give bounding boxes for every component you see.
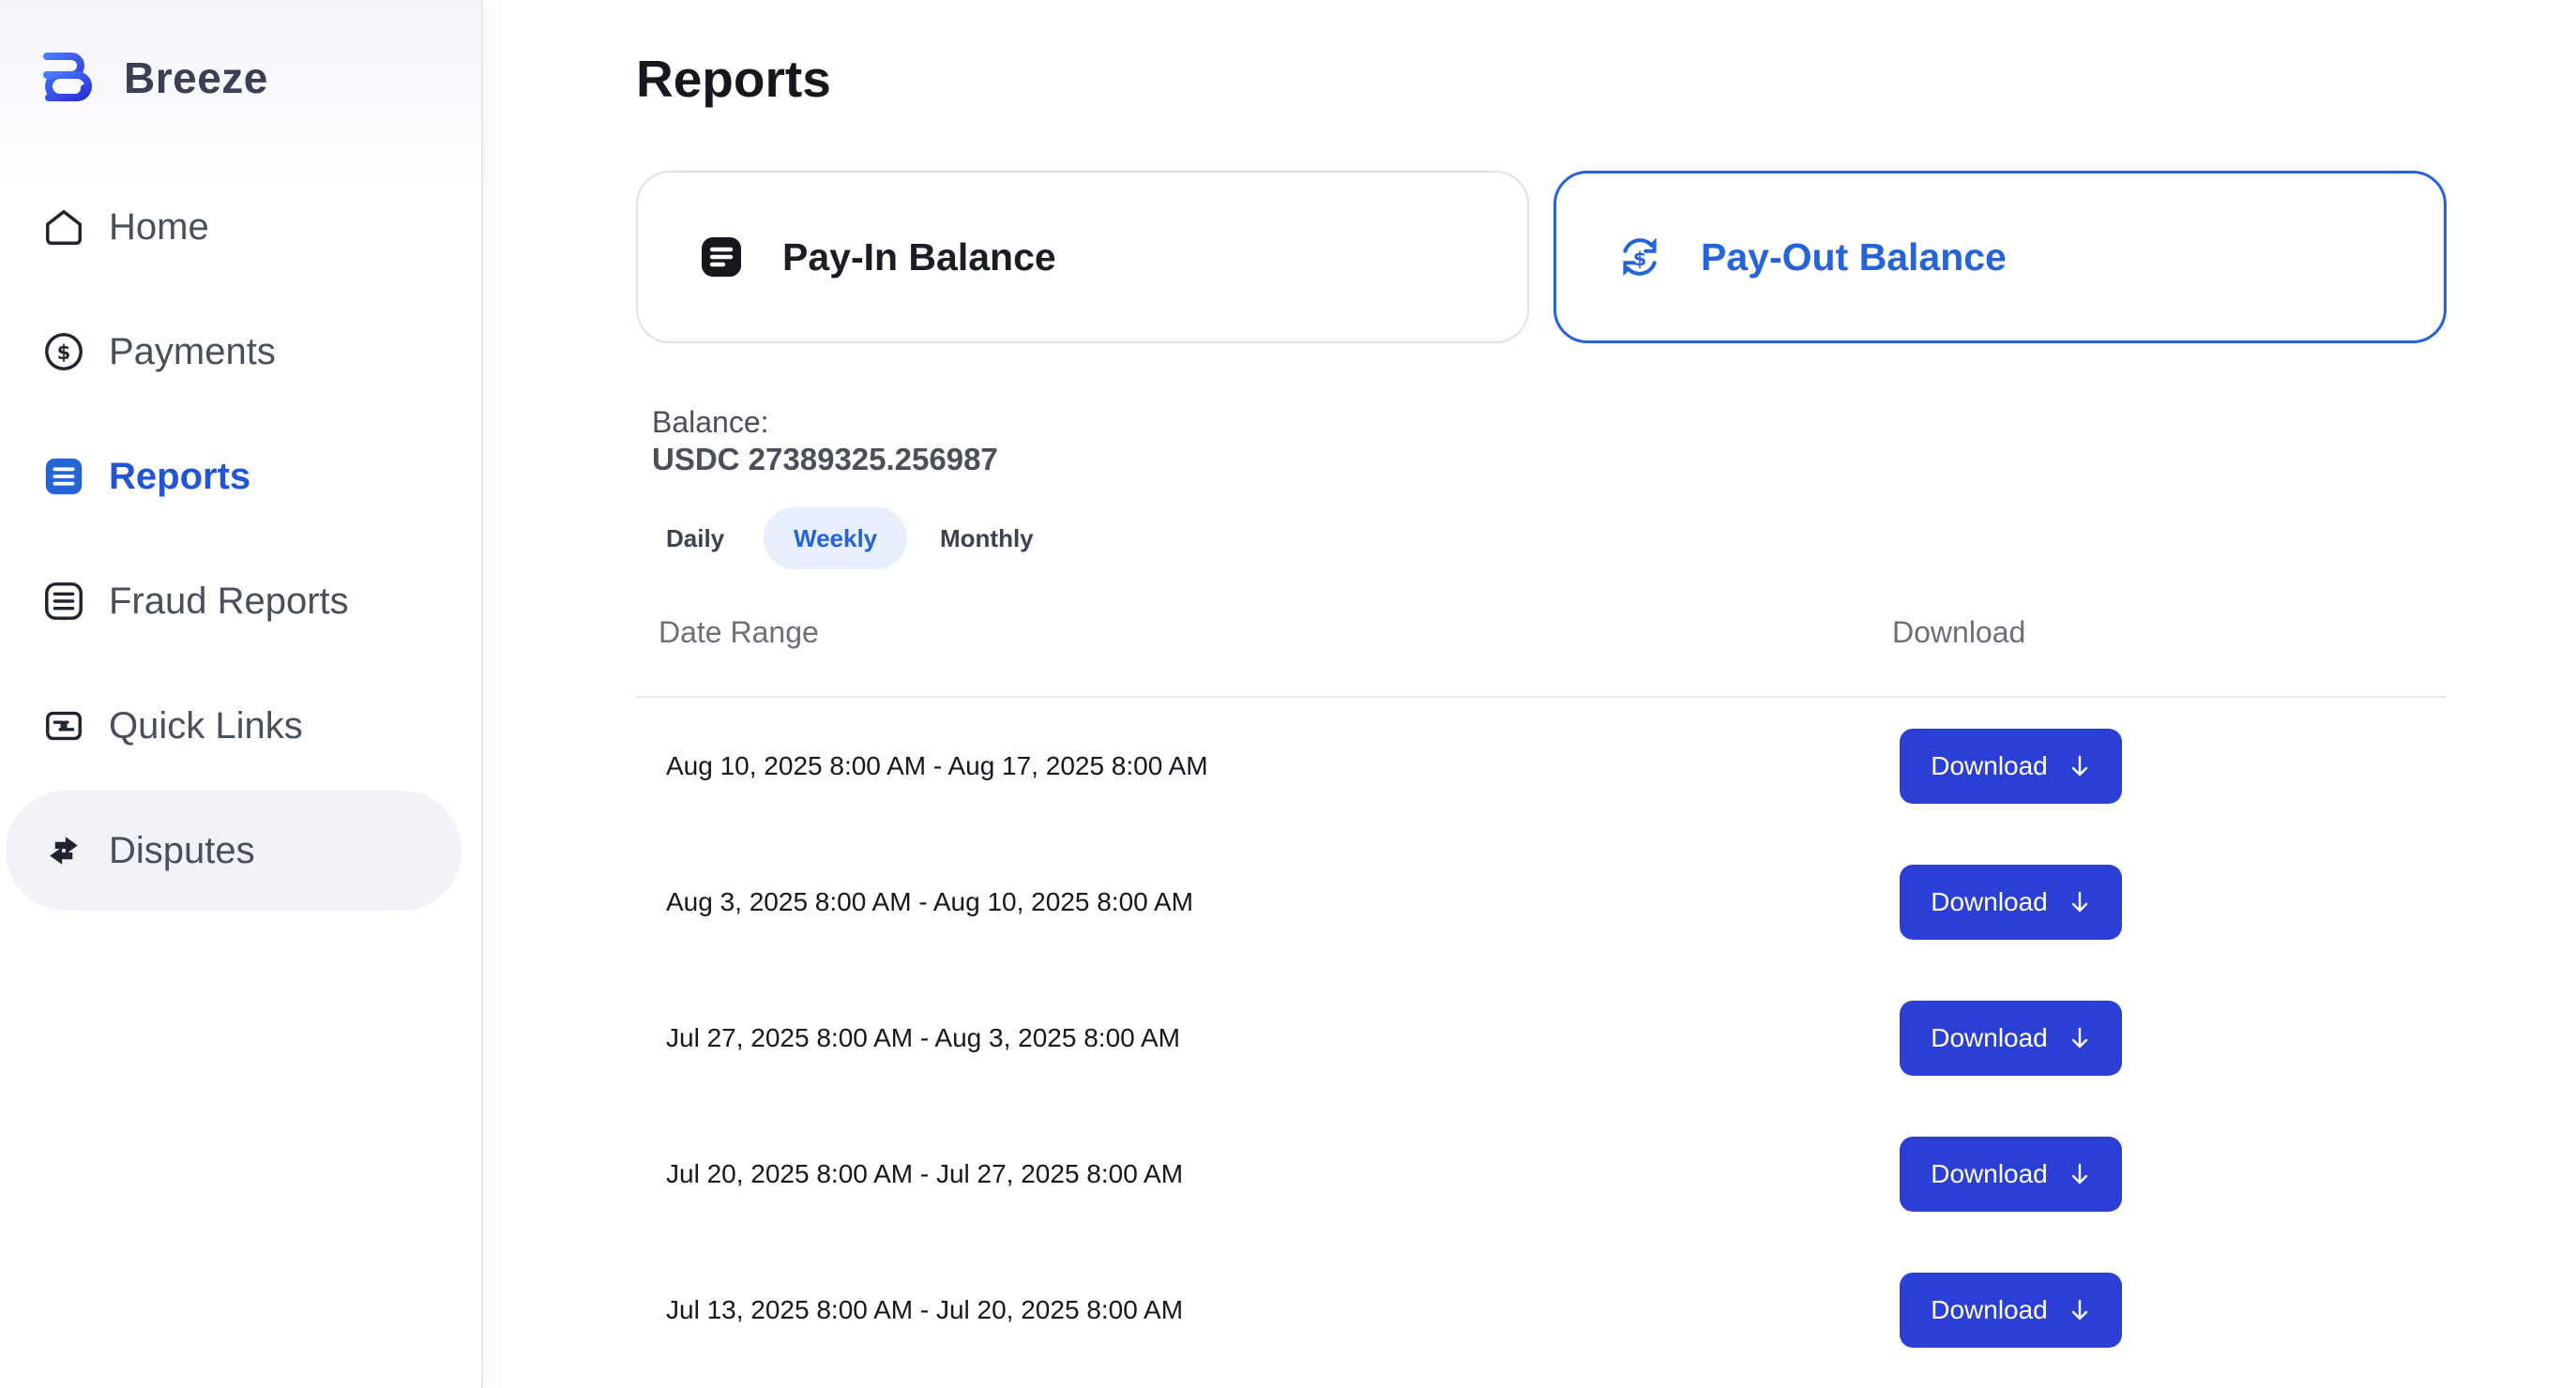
dollar-circle-icon: $ [41, 329, 86, 374]
date-range-cell: Jul 27, 2025 8:00 AM - Aug 3, 2025 8:00 … [666, 1022, 1180, 1052]
download-button-label: Download [1931, 1294, 2048, 1324]
list-icon [41, 454, 86, 499]
tab-daily[interactable]: Daily [636, 507, 754, 569]
sidebar-item-fraud-reports[interactable]: Fraud Reports [6, 541, 462, 661]
balance-label: Balance: [652, 405, 769, 439]
table-row: Jul 13, 2025 8:00 AM - Jul 20, 2025 8:00… [636, 1242, 2447, 1378]
download-button-label: Download [1931, 886, 2048, 916]
tab-monthly[interactable]: Monthly [910, 507, 1064, 569]
sidebar-item-home[interactable]: Home [6, 167, 462, 287]
download-button-label: Download [1931, 750, 2048, 780]
column-header-download: Download [1892, 615, 2026, 649]
svg-text:$: $ [57, 340, 71, 364]
sidebar-item-label: Disputes [109, 829, 255, 871]
download-button-label: Download [1931, 1022, 2048, 1052]
home-icon [41, 204, 86, 249]
pay-in-balance-card[interactable]: Pay-In Balance [636, 171, 1529, 343]
download-button[interactable]: Download [1900, 1000, 2122, 1076]
sidebar-item-quick-links[interactable]: Quick Links [6, 666, 462, 786]
arrow-down-icon [2068, 1025, 2091, 1051]
sidebar-item-label: Reports [109, 455, 251, 497]
arrow-down-icon [2068, 1161, 2091, 1187]
sidebar-item-disputes[interactable]: Disputes [6, 791, 462, 911]
sidebar: Breeze Home $ Payments Reports Fraud Rep… [0, 0, 483, 1388]
page-title: Reports [636, 50, 831, 108]
sidebar-item-label: Payments [109, 330, 276, 372]
app: Breeze Home $ Payments Reports Fraud Rep… [0, 0, 2576, 1388]
date-range-cell: Jul 13, 2025 8:00 AM - Jul 20, 2025 8:00… [666, 1294, 1184, 1324]
date-range-cell: Aug 3, 2025 8:00 AM - Aug 10, 2025 8:00 … [666, 886, 1193, 916]
download-button[interactable]: Download [1900, 1272, 2122, 1348]
svg-text:$: $ [1633, 248, 1647, 270]
sidebar-item-reports[interactable]: Reports [6, 416, 462, 536]
arrow-down-icon [2068, 1297, 2091, 1323]
download-button[interactable]: Download [1900, 728, 2122, 804]
arrow-down-icon [2068, 889, 2091, 915]
swap-arrows-icon [41, 828, 86, 873]
sidebar-item-label: Quick Links [109, 704, 303, 747]
link-card-icon [41, 703, 86, 748]
list-outline-icon [41, 579, 86, 624]
column-header-date-range: Date Range [659, 615, 819, 649]
date-range-cell: Aug 10, 2025 8:00 AM - Aug 17, 2025 8:00… [666, 750, 1208, 780]
reports-table: Date Range Download Aug 10, 2025 8:00 AM… [636, 591, 2447, 1378]
sidebar-item-label: Fraud Reports [109, 580, 349, 622]
table-row: Aug 3, 2025 8:00 AM - Aug 10, 2025 8:00 … [636, 834, 2447, 970]
arrow-down-icon [2068, 753, 2091, 779]
balance-value: USDC 27389325.256987 [652, 442, 998, 476]
breeze-logo-icon [39, 47, 98, 109]
list-square-icon [698, 234, 745, 280]
table-header: Date Range Download [636, 591, 2447, 698]
card-label: Pay-In Balance [782, 234, 1056, 279]
pay-out-balance-card[interactable]: $ Pay-Out Balance [1553, 171, 2447, 343]
dollar-refresh-icon: $ [1616, 234, 1663, 280]
download-button-label: Download [1931, 1158, 2048, 1188]
download-button[interactable]: Download [1900, 1136, 2122, 1212]
main-content: Reports Pay-In Balance $ Pay-Out Balance… [483, 0, 2576, 1388]
table-row: Aug 10, 2025 8:00 AM - Aug 17, 2025 8:00… [636, 698, 2447, 834]
card-label: Pay-Out Balance [1701, 234, 2007, 279]
table-row: Jul 20, 2025 8:00 AM - Jul 27, 2025 8:00… [636, 1106, 2447, 1242]
tab-weekly[interactable]: Weekly [764, 507, 908, 569]
download-button[interactable]: Download [1900, 864, 2122, 940]
balance-cards: Pay-In Balance $ Pay-Out Balance [636, 171, 2447, 343]
date-range-cell: Jul 20, 2025 8:00 AM - Jul 27, 2025 8:00… [666, 1158, 1184, 1188]
brand[interactable]: Breeze [39, 45, 268, 111]
table-row: Jul 27, 2025 8:00 AM - Aug 3, 2025 8:00 … [636, 970, 2447, 1106]
brand-name: Breeze [124, 53, 268, 102]
sidebar-item-label: Home [109, 205, 209, 248]
sidebar-item-payments[interactable]: $ Payments [6, 292, 462, 412]
